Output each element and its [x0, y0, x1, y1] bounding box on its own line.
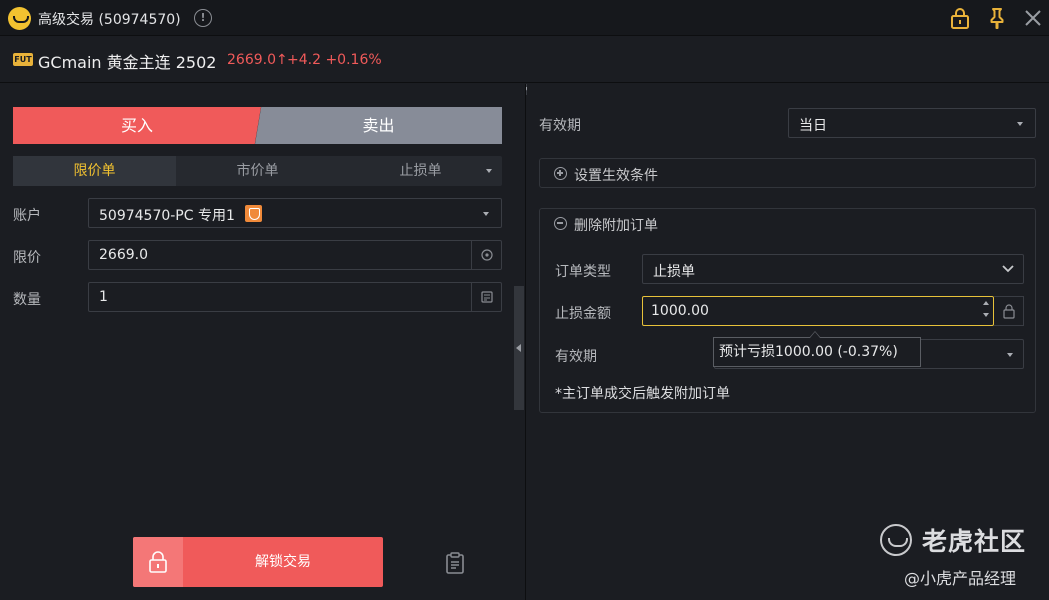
- estimated-loss-tooltip: 预计亏损1000.00 (-0.37%): [713, 331, 921, 367]
- tiger-logo-icon: [880, 524, 912, 556]
- futures-badge: FUT: [13, 53, 33, 66]
- app-logo-icon: [8, 7, 31, 30]
- sell-button[interactable]: 卖出: [255, 107, 502, 144]
- price-up-arrow-icon: ↑: [276, 52, 288, 68]
- tab-market-order[interactable]: 市价单: [176, 156, 339, 186]
- calculator-icon[interactable]: [471, 283, 501, 311]
- unlock-trade-button[interactable]: 解锁交易: [133, 537, 383, 587]
- chevron-down-icon: [1001, 262, 1015, 280]
- chevron-down-icon: [1017, 122, 1023, 126]
- validity-value: 当日: [799, 118, 827, 134]
- stop-amount-value: 1000.00: [651, 303, 709, 319]
- symbol-price: 2669.0↑: [227, 52, 288, 68]
- attached-order-note: *主订单成交后触发附加订单: [555, 386, 730, 402]
- order-type-tabs: 限价单 市价单 止损单: [13, 156, 502, 186]
- lock-icon: [133, 537, 183, 587]
- lock-icon: [1003, 304, 1015, 319]
- chevron-down-icon: [486, 169, 492, 173]
- shield-icon: [245, 205, 262, 222]
- attached-order-type-select[interactable]: 止损单: [642, 254, 1024, 284]
- account-value: 50974570-PC 专用1: [99, 208, 235, 224]
- chevron-down-icon: [1007, 353, 1013, 357]
- quantity-label: 数量: [13, 292, 41, 308]
- unlock-trade-label: 解锁交易: [255, 554, 311, 570]
- attached-order-type-value: 止损单: [653, 264, 695, 280]
- quantity-value: 1: [99, 289, 108, 305]
- attached-validity-label: 有效期: [555, 349, 597, 365]
- stop-amount-label: 止损金额: [555, 306, 611, 322]
- tab-stop-order[interactable]: 止损单: [339, 156, 502, 186]
- symbol-name: GCmain 黄金主连 2502: [38, 53, 217, 72]
- limit-price-label: 限价: [13, 250, 41, 266]
- limit-price-value: 2669.0: [99, 247, 148, 263]
- info-icon[interactable]: !: [194, 9, 212, 27]
- stop-amount-stepper[interactable]: [980, 298, 992, 324]
- stop-amount-input[interactable]: 1000.00: [642, 296, 994, 326]
- set-condition-row[interactable]: 设置生效条件: [539, 158, 1036, 188]
- title-bar: 高级交易 (50974570) !: [0, 0, 1049, 36]
- account-select[interactable]: 50974570-PC 专用1: [88, 198, 502, 228]
- validity-label: 有效期: [539, 118, 581, 134]
- pin-icon[interactable]: [985, 6, 1009, 30]
- order-type-label: 订单类型: [555, 264, 611, 280]
- validity-select[interactable]: 当日: [788, 108, 1036, 138]
- remove-circle-icon: [554, 217, 567, 230]
- stepper-up-icon[interactable]: [983, 301, 989, 305]
- clipboard-icon[interactable]: [445, 552, 465, 574]
- close-icon[interactable]: [1021, 6, 1045, 30]
- account-label: 账户: [13, 208, 41, 224]
- order-entry-panel: 买入 卖出 限价单 市价单 止损单 账户 50974570-PC 专用1 限价 …: [0, 84, 526, 600]
- limit-price-input[interactable]: 2669.0: [88, 240, 502, 270]
- remove-attached-order-row[interactable]: 删除附加订单: [540, 209, 1035, 239]
- panel-splitter-handle[interactable]: [514, 286, 524, 410]
- buy-button[interactable]: 买入: [13, 107, 261, 144]
- stepper-down-icon[interactable]: [983, 313, 989, 317]
- stop-amount-lock-button[interactable]: [994, 296, 1024, 326]
- lock-icon[interactable]: [948, 6, 972, 30]
- symbol-bar: FUT GCmain 黄金主连 2502 2669.0↑ +4.2 +0.16%: [0, 37, 1049, 83]
- add-circle-icon: [554, 167, 567, 180]
- symbol-change: +4.2 +0.16%: [287, 52, 382, 68]
- target-icon[interactable]: [471, 241, 501, 269]
- watermark: 老虎社区 @小虎产品经理: [880, 520, 1040, 590]
- remove-attached-order-label: 删除附加订单: [574, 218, 658, 234]
- set-condition-label: 设置生效条件: [574, 168, 658, 184]
- window-title: 高级交易 (50974570): [38, 12, 181, 28]
- chevron-down-icon: [483, 212, 489, 216]
- quantity-input[interactable]: 1: [88, 282, 502, 312]
- watermark-subtitle: @小虎产品经理: [904, 569, 1017, 588]
- attached-order-section: 删除附加订单 订单类型 止损单 止损金额 1000.00 有效期 *主订单成交后…: [539, 208, 1036, 413]
- tab-limit-order[interactable]: 限价单: [13, 156, 176, 186]
- watermark-title: 老虎社区: [922, 527, 1027, 556]
